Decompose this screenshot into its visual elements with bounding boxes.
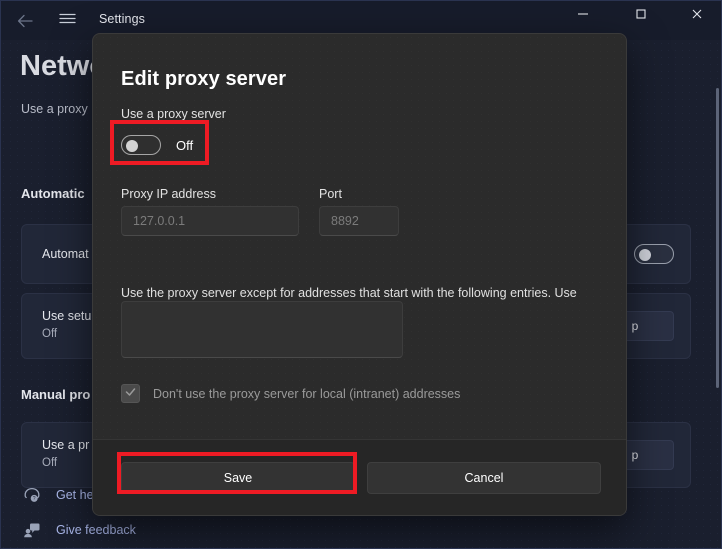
card-subtitle: Off [42, 457, 58, 469]
toggle-knob [639, 249, 651, 261]
dialog-title: Edit proxy server [121, 68, 287, 90]
help-headset-icon: ? [22, 485, 42, 505]
close-button[interactable] [674, 0, 720, 32]
section-heading-manual: Manual pro [21, 387, 91, 402]
proxy-exceptions-textarea[interactable] [121, 301, 403, 358]
card-title: Use a pr [42, 438, 90, 452]
card-subtitle: Off [42, 328, 58, 340]
toggle-knob [126, 140, 138, 152]
feedback-icon [22, 520, 42, 540]
cancel-button[interactable]: Cancel [367, 462, 601, 494]
automatically-detect-settings-toggle[interactable] [634, 244, 674, 264]
bypass-local-addresses-label: Don't use the proxy server for local (in… [153, 386, 461, 401]
back-button[interactable] [10, 8, 40, 34]
get-help-link[interactable]: ? Get he [22, 483, 94, 507]
navigation-menu-button[interactable] [52, 8, 82, 34]
use-a-proxy-server-toggle-row: Off [121, 135, 193, 155]
settings-window: Netwo Use a proxy ns. Automatic Automat … [0, 0, 722, 549]
page-description: Use a proxy [21, 102, 88, 116]
bypass-local-addresses-checkbox[interactable] [121, 384, 140, 403]
proxy-ip-address-input[interactable] [121, 206, 299, 236]
svg-text:?: ? [33, 496, 36, 502]
minimize-button[interactable] [560, 0, 606, 32]
minimize-icon [577, 7, 589, 25]
maximize-icon [635, 7, 647, 25]
close-icon [691, 7, 703, 25]
arrow-left-icon [17, 14, 34, 28]
card-title: Use setu [42, 309, 92, 323]
section-heading-automatic: Automatic [21, 186, 85, 201]
use-a-proxy-server-toggle[interactable] [121, 135, 161, 155]
save-button[interactable]: Save [121, 462, 355, 494]
port-input[interactable] [319, 206, 399, 236]
port-label: Port [319, 187, 342, 201]
give-feedback-label: Give feedback [56, 523, 136, 537]
hamburger-menu-icon [58, 12, 76, 30]
bypass-local-addresses-row[interactable]: Don't use the proxy server for local (in… [121, 384, 460, 403]
page-scrollbar[interactable] [716, 88, 719, 388]
toggle-state-label: Off [176, 137, 194, 153]
window-title: Settings [99, 12, 145, 26]
checkmark-icon [124, 385, 137, 403]
maximize-button[interactable] [618, 0, 664, 32]
give-feedback-link[interactable]: Give feedback [22, 518, 136, 542]
get-help-label: Get he [56, 488, 94, 502]
use-proxy-server-label: Use a proxy server [121, 107, 226, 121]
card-title: Automat [42, 247, 89, 261]
dialog-footer: Save Cancel [93, 439, 626, 515]
proxy-ip-address-label: Proxy IP address [121, 187, 216, 201]
edit-proxy-server-dialog: Edit proxy server Use a proxy server Off… [92, 33, 627, 516]
